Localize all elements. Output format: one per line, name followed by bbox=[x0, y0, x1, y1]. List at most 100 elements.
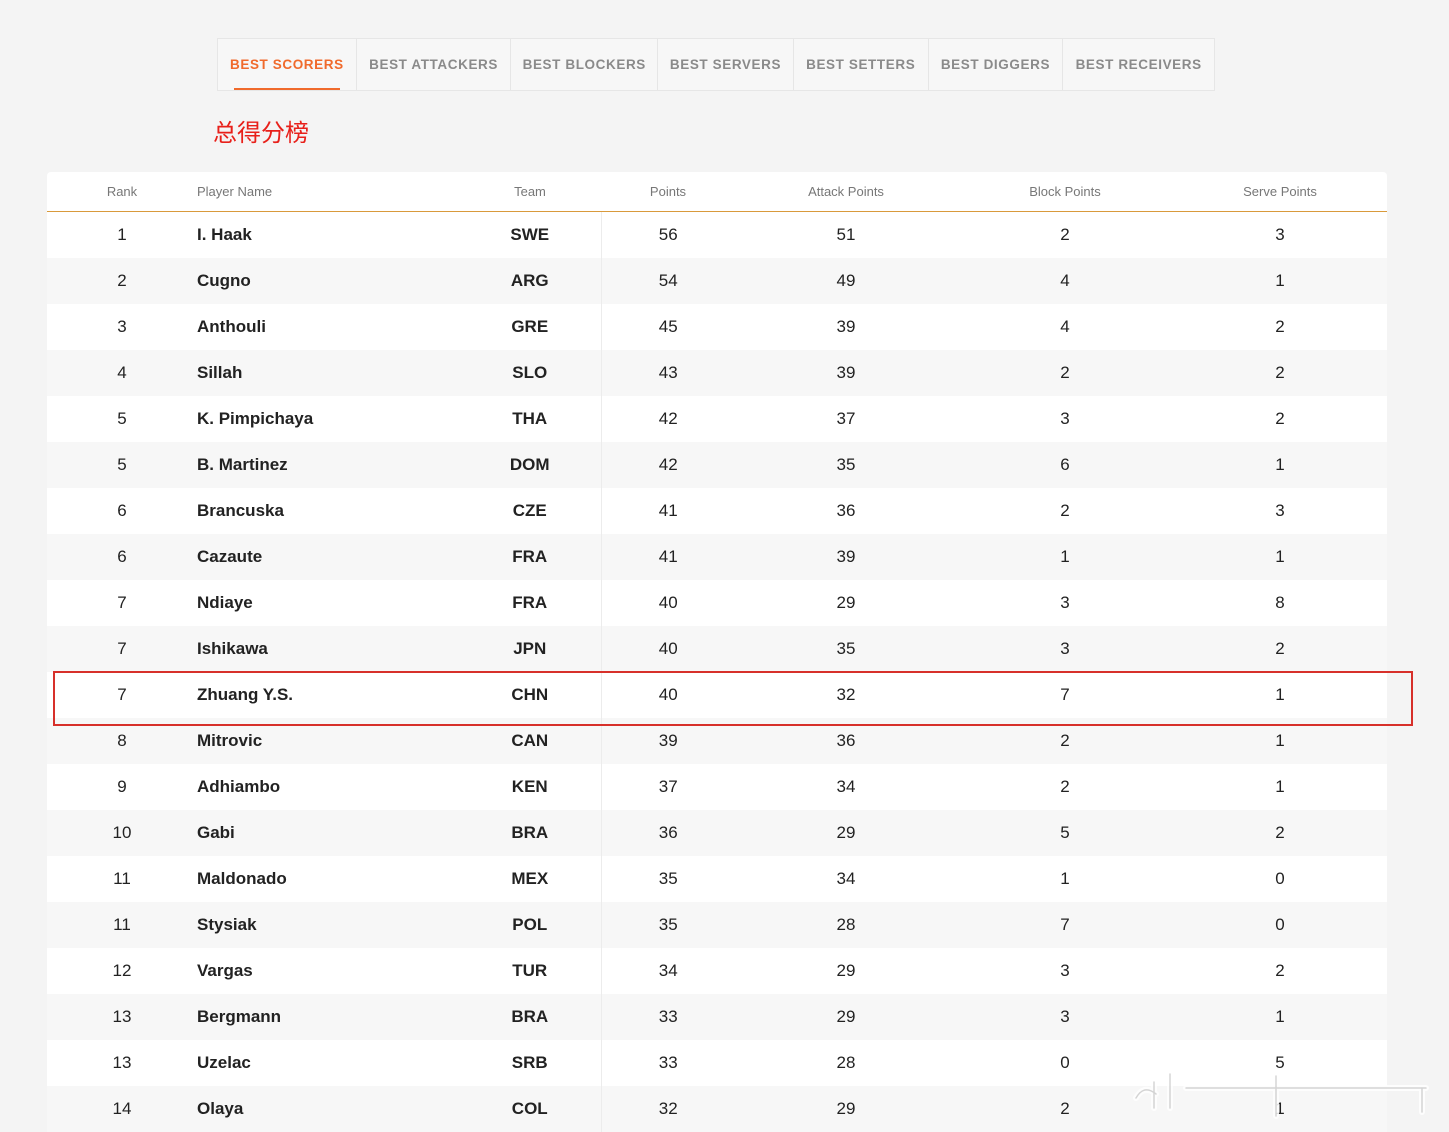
points-cell: 43 bbox=[601, 350, 735, 396]
points-cell: 54 bbox=[601, 258, 735, 304]
table-row: 8 Mitrovic CAN 39 36 2 1 bbox=[47, 718, 1387, 764]
table-row: 4 Sillah SLO 43 39 2 2 bbox=[47, 350, 1387, 396]
table-row: 6 Brancuska CZE 41 36 2 3 bbox=[47, 488, 1387, 534]
tab-best-blockers[interactable]: BEST BLOCKERS bbox=[511, 39, 659, 90]
tab-best-receivers[interactable]: BEST RECEIVERS bbox=[1063, 39, 1214, 90]
points-cell: 42 bbox=[601, 442, 735, 488]
rank-cell: 6 bbox=[117, 501, 127, 520]
points-cell: 37 bbox=[658, 777, 678, 796]
rank-cell: 9 bbox=[117, 777, 127, 796]
attack-points-cell: 29 bbox=[735, 994, 957, 1040]
rank-cell: 7 bbox=[117, 685, 127, 704]
block-points-cell: 2 bbox=[957, 718, 1173, 764]
block-points-cell: 5 bbox=[957, 810, 1173, 856]
tab-best-diggers[interactable]: BEST DIGGERS bbox=[929, 39, 1064, 90]
attack-points-cell: 49 bbox=[735, 258, 957, 304]
tab-best-scorers[interactable]: BEST SCORERS bbox=[218, 39, 357, 90]
points-cell: 35 bbox=[658, 869, 678, 888]
block-points-cell: 3 bbox=[957, 626, 1173, 672]
column-header-points[interactable]: Points bbox=[601, 172, 735, 212]
table-row: 2 Cugno ARG 54 49 4 1 bbox=[47, 258, 1387, 304]
table-row: 5 B. Martinez DOM 42 35 6 1 bbox=[47, 442, 1387, 488]
attack-points-cell: 37 bbox=[836, 409, 856, 428]
rank-cell: 6 bbox=[47, 534, 197, 580]
player-name-cell: Ishikawa bbox=[197, 626, 459, 672]
rank-cell: 2 bbox=[47, 258, 197, 304]
column-header-serve-points[interactable]: Serve Points bbox=[1173, 172, 1387, 212]
points-cell: 40 bbox=[658, 685, 678, 704]
tab-best-setters[interactable]: BEST SETTERS bbox=[794, 39, 929, 90]
column-header-attack-points[interactable]: Attack Points bbox=[735, 172, 957, 212]
block-points-cell: 1 bbox=[1060, 869, 1070, 888]
attack-points-cell: 35 bbox=[735, 442, 957, 488]
player-name-cell: Adhiambo bbox=[197, 777, 281, 796]
player-name-cell: Olaya bbox=[197, 1086, 459, 1132]
serve-points-cell: 2 bbox=[1275, 961, 1285, 980]
rank-cell: 14 bbox=[47, 1086, 197, 1132]
table-row: 13 Bergmann BRA 33 29 3 1 bbox=[47, 994, 1387, 1040]
attack-points-cell: 32 bbox=[836, 685, 856, 704]
table-row: 10 Gabi BRA 36 29 5 2 bbox=[47, 810, 1387, 856]
serve-points-cell: 3 bbox=[1275, 501, 1285, 520]
column-header-block-points[interactable]: Block Points bbox=[957, 172, 1173, 212]
team-cell: SLO bbox=[459, 350, 602, 396]
serve-points-cell: 1 bbox=[1173, 718, 1387, 764]
tab-best-attackers[interactable]: BEST ATTACKERS bbox=[357, 39, 512, 90]
table-row: 1 I. Haak SWE 56 51 2 3 bbox=[47, 211, 1387, 258]
player-name-cell: I. Haak bbox=[197, 225, 252, 244]
player-name-cell: Gabi bbox=[197, 810, 459, 856]
block-points-cell: 2 bbox=[1060, 225, 1070, 244]
team-cell: CHN bbox=[459, 672, 602, 718]
player-name-cell: B. Martinez bbox=[197, 442, 459, 488]
team-cell: ARG bbox=[459, 258, 602, 304]
table-row: 5 K. Pimpichaya THA 42 37 3 2 bbox=[47, 396, 1387, 442]
player-name-cell: Vargas bbox=[197, 961, 253, 980]
serve-points-cell: 3 bbox=[1275, 225, 1285, 244]
column-header-player-name[interactable]: Player Name bbox=[197, 172, 459, 212]
player-name-cell: Ndiaye bbox=[197, 593, 253, 612]
column-header-rank[interactable]: Rank bbox=[47, 172, 197, 212]
serve-points-cell: 0 bbox=[1275, 869, 1285, 888]
block-points-cell: 2 bbox=[1060, 777, 1070, 796]
player-name-cell: K. Pimpichaya bbox=[197, 409, 314, 428]
attack-points-cell: 39 bbox=[735, 534, 957, 580]
points-cell: 56 bbox=[658, 225, 678, 244]
block-points-cell: 3 bbox=[1060, 961, 1070, 980]
serve-points-cell: 2 bbox=[1173, 626, 1387, 672]
scorers-table-container: Rank Player Name Team Points Attack Poin… bbox=[47, 172, 1387, 1132]
block-points-cell: 3 bbox=[957, 994, 1173, 1040]
block-points-cell: 2 bbox=[957, 350, 1173, 396]
player-name-cell: Cazaute bbox=[197, 534, 459, 580]
serve-points-cell: 2 bbox=[1275, 409, 1285, 428]
table-row: 3 Anthouli GRE 45 39 4 2 bbox=[47, 304, 1387, 350]
rank-cell: 7 bbox=[117, 593, 127, 612]
tab-best-servers[interactable]: BEST SERVERS bbox=[658, 39, 794, 90]
points-cell: 42 bbox=[658, 409, 678, 428]
rank-cell: 11 bbox=[47, 902, 197, 948]
attack-points-cell: 39 bbox=[836, 317, 856, 336]
attack-points-cell: 39 bbox=[735, 350, 957, 396]
team-cell: DOM bbox=[459, 442, 602, 488]
team-cell: COL bbox=[459, 1086, 602, 1132]
table-row: 11 Maldonado MEX 35 34 1 0 bbox=[47, 856, 1387, 902]
table-row: 9 Adhiambo KEN 37 34 2 1 bbox=[47, 764, 1387, 810]
serve-points-cell: 1 bbox=[1275, 685, 1285, 704]
table-row: 7 Zhuang Y.S. CHN 40 32 7 1 bbox=[47, 672, 1387, 718]
points-cell: 41 bbox=[601, 534, 735, 580]
points-cell: 39 bbox=[601, 718, 735, 764]
block-points-cell: 4 bbox=[957, 258, 1173, 304]
attack-points-cell: 29 bbox=[836, 593, 856, 612]
table-row: 6 Cazaute FRA 41 39 1 1 bbox=[47, 534, 1387, 580]
column-header-team[interactable]: Team bbox=[459, 172, 601, 212]
points-cell: 40 bbox=[658, 593, 678, 612]
attack-points-cell: 28 bbox=[836, 1053, 856, 1072]
player-name-cell: Zhuang Y.S. bbox=[197, 685, 294, 704]
table-row: 7 Ishikawa JPN 40 35 3 2 bbox=[47, 626, 1387, 672]
player-name-cell: Brancuska bbox=[197, 501, 284, 520]
serve-points-cell: 2 bbox=[1275, 317, 1285, 336]
serve-points-cell: 1 bbox=[1173, 442, 1387, 488]
block-points-cell: 7 bbox=[1060, 685, 1070, 704]
rank-cell: 7 bbox=[47, 626, 197, 672]
team-cell: TUR bbox=[459, 948, 602, 994]
attack-points-cell: 51 bbox=[836, 225, 856, 244]
